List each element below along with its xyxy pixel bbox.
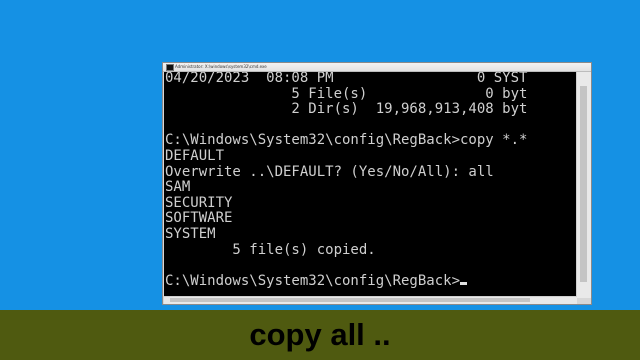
console-line: DEFAULT	[165, 147, 225, 164]
console-line: 04/20/2023 08:08 PM 0 SYST	[165, 72, 528, 86]
console-line: Overwrite ..\DEFAULT? (Yes/No/All): all	[165, 163, 494, 180]
console-line: SYSTEM	[165, 225, 216, 242]
console-prompt[interactable]: C:\Windows\System32\config\RegBack>	[165, 273, 460, 289]
console-line: C:\Windows\System32\config\RegBack>copy …	[165, 132, 528, 149]
cmd-window[interactable]: Administrator: X:\windows\system32\cmd.e…	[162, 62, 592, 305]
vertical-scrollbar-thumb[interactable]	[580, 86, 587, 282]
caption-banner: copy all ..	[0, 310, 640, 360]
console-line: 5 File(s) 0 byt	[165, 85, 528, 102]
console-line: SOFTWARE	[165, 210, 233, 227]
console-line: 5 file(s) copied.	[165, 241, 376, 258]
console-line: SAM	[165, 179, 191, 196]
cmd-icon	[166, 64, 174, 71]
text-cursor	[460, 281, 468, 285]
vertical-scrollbar[interactable]	[576, 72, 591, 298]
window-title-bar[interactable]: Administrator: X:\windows\system32\cmd.e…	[163, 63, 591, 72]
caption-text: copy all ..	[249, 317, 391, 352]
horizontal-scrollbar[interactable]	[164, 296, 577, 304]
console-line: SECURITY	[165, 194, 233, 211]
console-line: 2 Dir(s) 19,968,913,408 byt	[165, 101, 528, 118]
console-output[interactable]: 04/20/2023 08:08 PM 0 SYST 5 File(s) 0 b…	[164, 72, 577, 298]
horizontal-scrollbar-thumb[interactable]	[170, 298, 530, 302]
window-title: Administrator: X:\windows\system32\cmd.e…	[175, 64, 267, 69]
